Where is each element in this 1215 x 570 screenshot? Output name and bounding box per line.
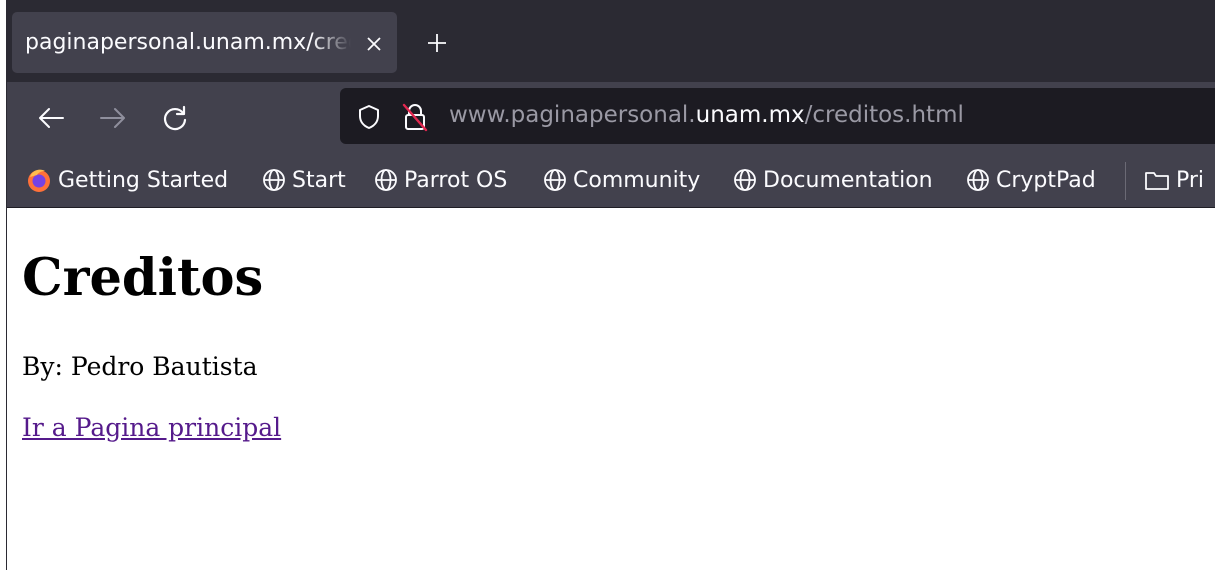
tracking-protection-shield-icon[interactable]	[357, 104, 381, 130]
bookmark-parrot-os[interactable]: Parrot OS	[374, 165, 507, 195]
bookmark-start[interactable]: Start	[262, 165, 346, 195]
url-domain: unam.mx	[695, 102, 805, 128]
forward-arrow-icon[interactable]	[99, 106, 127, 130]
address-bar[interactable]: www.paginapersonal.unam.mx/creditos.html	[340, 88, 1215, 144]
home-page-link[interactable]: Ir a Pagina principal	[22, 413, 281, 442]
back-arrow-icon[interactable]	[37, 106, 65, 130]
globe-icon	[263, 169, 285, 191]
browser-tab-active[interactable]: paginapersonal.unam.mx/creditos.html	[12, 12, 397, 73]
url-path: /creditos.html	[804, 102, 964, 128]
bookmarks-separator	[1125, 162, 1126, 200]
tab-strip: paginapersonal.unam.mx/creditos.html	[7, 0, 1215, 82]
bookmark-cryptpad[interactable]: CryptPad	[966, 165, 1096, 195]
window-left-edge	[0, 0, 7, 570]
bookmark-community[interactable]: Community	[543, 165, 700, 195]
bookmark-getting-started[interactable]: Getting Started	[26, 165, 228, 195]
globe-icon	[375, 169, 397, 191]
firefox-logo-icon	[28, 169, 50, 192]
author-byline: By: Pedro Bautista	[22, 352, 258, 381]
page-title: Creditos	[22, 248, 264, 308]
folder-icon	[1145, 172, 1169, 190]
globe-icon	[734, 169, 756, 191]
globe-icon	[544, 169, 566, 191]
insecure-lock-icon[interactable]	[401, 102, 429, 132]
navigation-toolbar: www.paginapersonal.unam.mx/creditos.html	[7, 82, 1215, 154]
tab-title: paginapersonal.unam.mx/creditos.html	[25, 30, 351, 55]
bookmark-documentation[interactable]: Documentation	[733, 165, 933, 195]
bookmarks-toolbar: Getting Started Start Parrot OS Communit…	[7, 154, 1215, 208]
reload-icon[interactable]	[161, 104, 189, 132]
close-icon[interactable]	[362, 32, 386, 56]
bookmark-folder[interactable]: Pri	[1144, 165, 1204, 195]
url-prefix: www.paginapersonal.	[449, 102, 696, 128]
new-tab-plus-icon[interactable]	[426, 32, 448, 54]
globe-icon	[967, 169, 989, 191]
url-text[interactable]: www.paginapersonal.unam.mx/creditos.html	[449, 102, 964, 128]
